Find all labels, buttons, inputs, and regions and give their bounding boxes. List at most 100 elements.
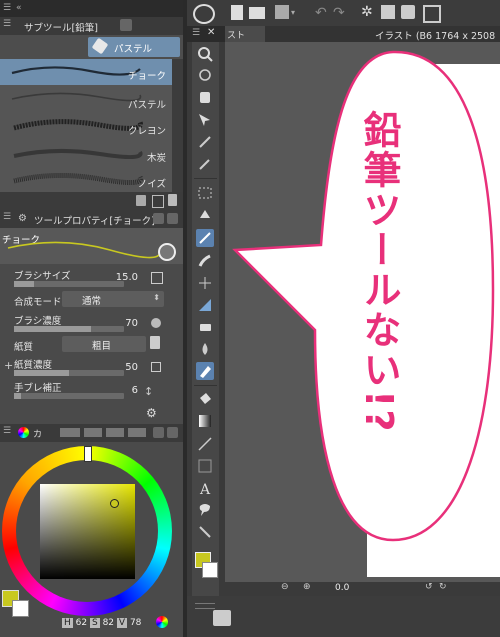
brush-item[interactable]: ノイズ bbox=[0, 166, 172, 192]
text-tool-icon[interactable]: A bbox=[196, 479, 214, 497]
panel-collapse-handle[interactable] bbox=[195, 603, 215, 609]
gradient-tool-icon[interactable] bbox=[196, 412, 214, 430]
rotate-tool-icon[interactable] bbox=[196, 66, 214, 84]
zoom-tool-icon[interactable] bbox=[196, 45, 214, 63]
blend-mode-select[interactable]: 通常 ⬍ bbox=[62, 291, 164, 307]
stabilization-label: 手ブレ補正 bbox=[14, 383, 62, 394]
collapse-icon[interactable]: « bbox=[16, 0, 22, 16]
pencil-eraser-tool-icon[interactable] bbox=[196, 362, 214, 380]
lock-icon[interactable] bbox=[153, 427, 164, 438]
approx-tab-icon[interactable] bbox=[106, 428, 124, 437]
brush-list: チョーク パステル クレヨン 木炭 ノイズ bbox=[0, 59, 183, 192]
subtool-tab-pastel[interactable]: パステル bbox=[88, 37, 180, 57]
brush-tool-icon[interactable] bbox=[196, 252, 214, 270]
v-value[interactable]: 78 bbox=[130, 618, 141, 628]
panel-menu-icon[interactable]: ☰ bbox=[192, 28, 200, 38]
frame-tool-icon[interactable] bbox=[196, 457, 214, 475]
zoom-in-icon[interactable]: ⊕ bbox=[303, 582, 311, 592]
expand-plus-icon[interactable]: + bbox=[4, 359, 13, 372]
app-logo-icon[interactable] bbox=[193, 4, 215, 24]
selection-tool-icon[interactable] bbox=[196, 184, 214, 202]
subtool-settings-icon[interactable] bbox=[136, 195, 146, 206]
brush-item[interactable]: チョーク bbox=[0, 59, 172, 85]
save-icon[interactable] bbox=[275, 5, 289, 19]
clear-icon[interactable] bbox=[381, 5, 395, 19]
brush-label: ノイズ bbox=[137, 179, 166, 190]
panel-menu-icon[interactable]: ☰ bbox=[3, 19, 11, 29]
transform-icon[interactable] bbox=[423, 5, 441, 23]
trash-icon[interactable] bbox=[150, 336, 160, 349]
h-value[interactable]: 62 bbox=[76, 618, 87, 628]
tool-divider bbox=[194, 178, 217, 179]
checkbox-icon[interactable] bbox=[151, 362, 161, 372]
navigator-thumbnail-icon[interactable] bbox=[213, 610, 231, 626]
balloon-tool-icon[interactable] bbox=[196, 501, 214, 519]
decoration-tool-icon[interactable] bbox=[196, 274, 214, 292]
paper-density-value[interactable]: 50 bbox=[100, 362, 138, 373]
spinner-icon[interactable]: ↕ bbox=[144, 385, 153, 398]
auto-select-tool-icon[interactable] bbox=[196, 206, 214, 224]
expand-icon[interactable] bbox=[167, 213, 178, 224]
blend-tool-icon[interactable] bbox=[196, 340, 214, 358]
rotate-right-icon[interactable]: ↻ bbox=[439, 582, 447, 592]
magnify-icon[interactable] bbox=[158, 243, 176, 261]
zoom-out-icon[interactable]: ⊖ bbox=[281, 582, 289, 592]
ruler-tool-icon[interactable] bbox=[196, 296, 214, 314]
color-mode-icon[interactable] bbox=[156, 616, 168, 628]
spinner-icon[interactable]: ✲ bbox=[361, 4, 373, 20]
hue-marker[interactable] bbox=[84, 446, 92, 462]
toolstrip-sub-color[interactable] bbox=[202, 562, 218, 578]
brush-preview-stroke bbox=[7, 241, 161, 259]
lock-icon[interactable] bbox=[120, 19, 132, 31]
color-wheel-tab-icon[interactable] bbox=[18, 427, 29, 438]
brush-size-value[interactable]: 15.0 bbox=[100, 272, 138, 283]
s-value[interactable]: 82 bbox=[103, 618, 114, 628]
fill-icon[interactable] bbox=[401, 5, 415, 19]
annotation-text: 鉛筆ツールない!? bbox=[357, 110, 401, 434]
figure-tool-icon[interactable] bbox=[196, 435, 214, 453]
paper-density-slider-fill bbox=[14, 370, 69, 376]
fill-bucket-tool-icon[interactable] bbox=[196, 390, 214, 408]
sub-color-swatch[interactable] bbox=[12, 600, 29, 617]
brush-item[interactable]: 木炭 bbox=[0, 140, 172, 166]
pressure-icon[interactable] bbox=[151, 318, 161, 328]
saturation-value-square[interactable] bbox=[40, 484, 135, 579]
delete-subtool-icon[interactable] bbox=[168, 194, 177, 206]
dropdown-icon[interactable]: ▾ bbox=[291, 8, 295, 17]
zoom-value[interactable]: 0.0 bbox=[335, 583, 349, 593]
color-set-tab-icon[interactable] bbox=[60, 428, 80, 437]
pen-tool-icon[interactable] bbox=[196, 229, 214, 247]
brush-item[interactable]: クレヨン bbox=[0, 113, 172, 139]
intermediate-tab-icon[interactable] bbox=[84, 428, 102, 437]
correction-tool-icon[interactable] bbox=[196, 523, 214, 541]
copy-subtool-icon[interactable] bbox=[152, 195, 164, 208]
brush-density-value[interactable]: 70 bbox=[100, 318, 138, 329]
undo-icon[interactable]: ↶ bbox=[315, 5, 327, 21]
open-folder-icon[interactable] bbox=[249, 7, 265, 19]
brush-item[interactable]: パステル bbox=[0, 86, 172, 112]
new-file-icon[interactable] bbox=[231, 5, 243, 20]
paper-density-label: 紙質濃度 bbox=[14, 360, 53, 371]
wrench-icon: ⚙ bbox=[18, 213, 27, 224]
tool-property-title-bar: ☰ ⚙ ツールプロパティ[チョーク] bbox=[0, 210, 183, 228]
lock-icon[interactable] bbox=[153, 213, 164, 224]
paper-select[interactable]: 粗目 bbox=[62, 336, 146, 352]
eyedropper-tool-icon[interactable] bbox=[196, 155, 214, 173]
brush-size-icon[interactable] bbox=[151, 272, 163, 284]
rotate-left-icon[interactable]: ↺ bbox=[425, 582, 433, 592]
move-tool-icon[interactable] bbox=[196, 111, 214, 129]
stabilization-value[interactable]: 6 bbox=[100, 385, 138, 396]
panel-menu-icon[interactable]: ☰ bbox=[3, 426, 11, 436]
hand-tool-icon[interactable] bbox=[196, 88, 214, 106]
brush-settings-icon[interactable]: ⚙ bbox=[146, 406, 157, 420]
redo-icon[interactable]: ↷ bbox=[333, 5, 345, 21]
history-tab-icon[interactable] bbox=[128, 428, 146, 437]
panel-menu-icon[interactable]: ☰ bbox=[3, 0, 11, 16]
color-picker-marker[interactable] bbox=[110, 499, 119, 508]
operation-tool-icon[interactable] bbox=[196, 133, 214, 151]
close-icon[interactable]: ✕ bbox=[207, 27, 215, 38]
eraser-tool-icon[interactable] bbox=[196, 318, 214, 336]
panel-menu-icon[interactable]: ☰ bbox=[3, 212, 11, 222]
expand-icon[interactable] bbox=[167, 427, 178, 438]
color-tab-label[interactable]: カ bbox=[33, 427, 42, 440]
